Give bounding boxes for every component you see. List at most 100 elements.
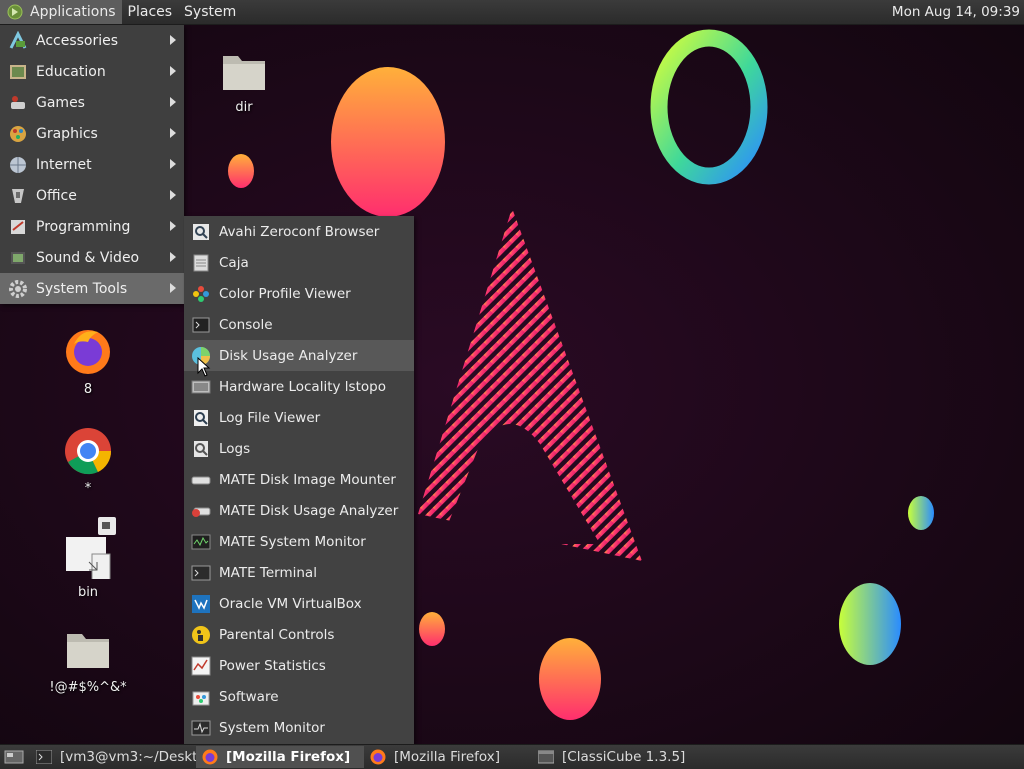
submenu-item-mate-terminal[interactable]: MATE Terminal — [184, 557, 414, 588]
console-icon — [190, 314, 212, 336]
desktop-icon-label: !@#$%^&* — [49, 680, 127, 695]
desktop-icon-dir[interactable]: dir — [204, 50, 284, 115]
submenu-item-label: Hardware Locality lstopo — [219, 378, 386, 395]
window-icon — [538, 749, 554, 765]
menu-item-system-tools[interactable]: System Tools — [0, 273, 184, 304]
logs-icon — [190, 438, 212, 460]
mate-disk-usage-icon — [190, 500, 212, 522]
submenu-item-virtualbox[interactable]: Oracle VM VirtualBox — [184, 588, 414, 619]
menu-item-education[interactable]: Education — [0, 56, 184, 87]
submenu-item-label: Parental Controls — [219, 626, 335, 643]
desktop-icon-bin[interactable]: bin — [48, 517, 128, 600]
menu-item-label: Education — [36, 63, 106, 80]
submenu-item-label: MATE Disk Image Mounter — [219, 471, 396, 488]
submenu-item-disk-usage-analyzer[interactable]: Disk Usage Analyzer — [184, 340, 414, 371]
mate-logo-icon — [7, 4, 23, 20]
show-desktop-button[interactable] — [0, 746, 30, 768]
submenu-item-label: Avahi Zeroconf Browser — [219, 223, 380, 240]
menu-item-label: Games — [36, 94, 85, 111]
taskbar-item-terminal[interactable]: [vm3@vm3:~/Deskt... — [30, 746, 196, 768]
mate-system-monitor-icon — [190, 531, 212, 553]
menu-item-games[interactable]: Games — [0, 87, 184, 118]
taskbar-item-classicube[interactable]: [ClassiCube 1.3.5] — [532, 746, 702, 768]
submenu-arrow-icon — [170, 283, 176, 293]
submenu-item-label: MATE Disk Usage Analyzer — [219, 502, 399, 519]
menu-item-label: Accessories — [36, 32, 119, 49]
submenu-arrow-icon — [170, 159, 176, 169]
submenu-item-label: MATE Terminal — [219, 564, 317, 581]
menu-item-label: Graphics — [36, 125, 98, 142]
menu-item-accessories[interactable]: Accessories — [0, 25, 184, 56]
submenu-item-disk-image-mounter[interactable]: MATE Disk Image Mounter — [184, 464, 414, 495]
submenu-item-log-file-viewer[interactable]: Log File Viewer — [184, 402, 414, 433]
submenu-item-label: Caja — [219, 254, 249, 271]
submenu-item-system-monitor[interactable]: System Monitor — [184, 712, 414, 743]
taskbar-item-label: [Mozilla Firefox] — [226, 749, 351, 765]
submenu-item-logs[interactable]: Logs — [184, 433, 414, 464]
submenu-item-avahi[interactable]: Avahi Zeroconf Browser — [184, 216, 414, 247]
log-viewer-icon — [190, 407, 212, 429]
submenu-item-label: MATE System Monitor — [219, 533, 366, 550]
submenu-item-label: Software — [219, 688, 279, 705]
bottom-panel: [vm3@vm3:~/Deskt... [Mozilla Firefox] [M… — [0, 744, 1024, 769]
taskbar-item-firefox-active[interactable]: [Mozilla Firefox] — [196, 746, 364, 768]
submenu-item-label: Logs — [219, 440, 251, 457]
firefox-icon — [66, 330, 110, 374]
accessories-icon — [7, 30, 29, 52]
submenu-item-mate-system-monitor[interactable]: MATE System Monitor — [184, 526, 414, 557]
submenu-item-caja[interactable]: Caja — [184, 247, 414, 278]
caja-icon — [190, 252, 212, 274]
submenu-item-label: Power Statistics — [219, 657, 326, 674]
submenu-arrow-icon — [170, 66, 176, 76]
submenu-item-console[interactable]: Console — [184, 309, 414, 340]
submenu-item-label: Log File Viewer — [219, 409, 321, 426]
submenu-arrow-icon — [170, 221, 176, 231]
menu-item-programming[interactable]: Programming — [0, 211, 184, 242]
folder-icon — [67, 634, 109, 668]
firefox-icon — [202, 749, 218, 765]
taskbar-item-label: [vm3@vm3:~/Deskt... — [60, 749, 196, 765]
desktop-icon-special-folder[interactable]: !@#$%^&* — [48, 630, 128, 695]
submenu-arrow-icon — [170, 97, 176, 107]
menu-item-label: Sound & Video — [36, 249, 140, 266]
terminal-icon — [190, 562, 212, 584]
folder-icon — [223, 56, 265, 90]
top-panel: Applications Places System Mon Aug 14, 0… — [0, 0, 1024, 25]
submenu-item-mate-disk-usage[interactable]: MATE Disk Usage Analyzer — [184, 495, 414, 526]
submenu-arrow-icon — [170, 190, 176, 200]
clock[interactable]: Mon Aug 14, 09:39 — [892, 0, 1020, 24]
menu-item-sound-video[interactable]: Sound & Video — [0, 242, 184, 273]
desktop-icon-label: dir — [235, 100, 253, 115]
desktop-icon-firefox[interactable]: 8 — [48, 326, 128, 397]
sound-video-icon — [7, 247, 29, 269]
mouse-cursor-icon — [197, 357, 211, 377]
games-icon — [7, 92, 29, 114]
hardware-icon — [190, 376, 212, 398]
submenu-item-software[interactable]: Software — [184, 681, 414, 712]
desktop-icon-chrome[interactable]: * — [48, 427, 128, 496]
parental-controls-icon — [190, 624, 212, 646]
menu-item-label: Programming — [36, 218, 131, 235]
submenu-item-label: System Monitor — [219, 719, 325, 736]
submenu-item-parental-controls[interactable]: Parental Controls — [184, 619, 414, 650]
menu-item-label: Internet — [36, 156, 92, 173]
system-menu[interactable]: System — [178, 0, 242, 24]
menu-item-office[interactable]: Office — [0, 180, 184, 211]
desktop-icon-label: 8 — [83, 382, 93, 397]
submenu-item-power-statistics[interactable]: Power Statistics — [184, 650, 414, 681]
menu-item-internet[interactable]: Internet — [0, 149, 184, 180]
avahi-icon — [190, 221, 212, 243]
submenu-item-hardware-locality[interactable]: Hardware Locality lstopo — [184, 371, 414, 402]
submenu-item-label: Console — [219, 316, 273, 333]
menu-item-label: Office — [36, 187, 77, 204]
applications-menu[interactable]: Applications — [0, 0, 122, 24]
system-monitor-icon — [190, 717, 212, 739]
taskbar-item-label: [Mozilla Firefox] — [394, 749, 501, 765]
menu-item-graphics[interactable]: Graphics — [0, 118, 184, 149]
taskbar-item-firefox[interactable]: [Mozilla Firefox] — [364, 746, 532, 768]
chrome-icon — [65, 428, 112, 475]
desktop-icon-label: * — [84, 481, 92, 496]
color-profile-icon — [190, 283, 212, 305]
submenu-item-color-profile[interactable]: Color Profile Viewer — [184, 278, 414, 309]
places-menu[interactable]: Places — [122, 0, 179, 24]
